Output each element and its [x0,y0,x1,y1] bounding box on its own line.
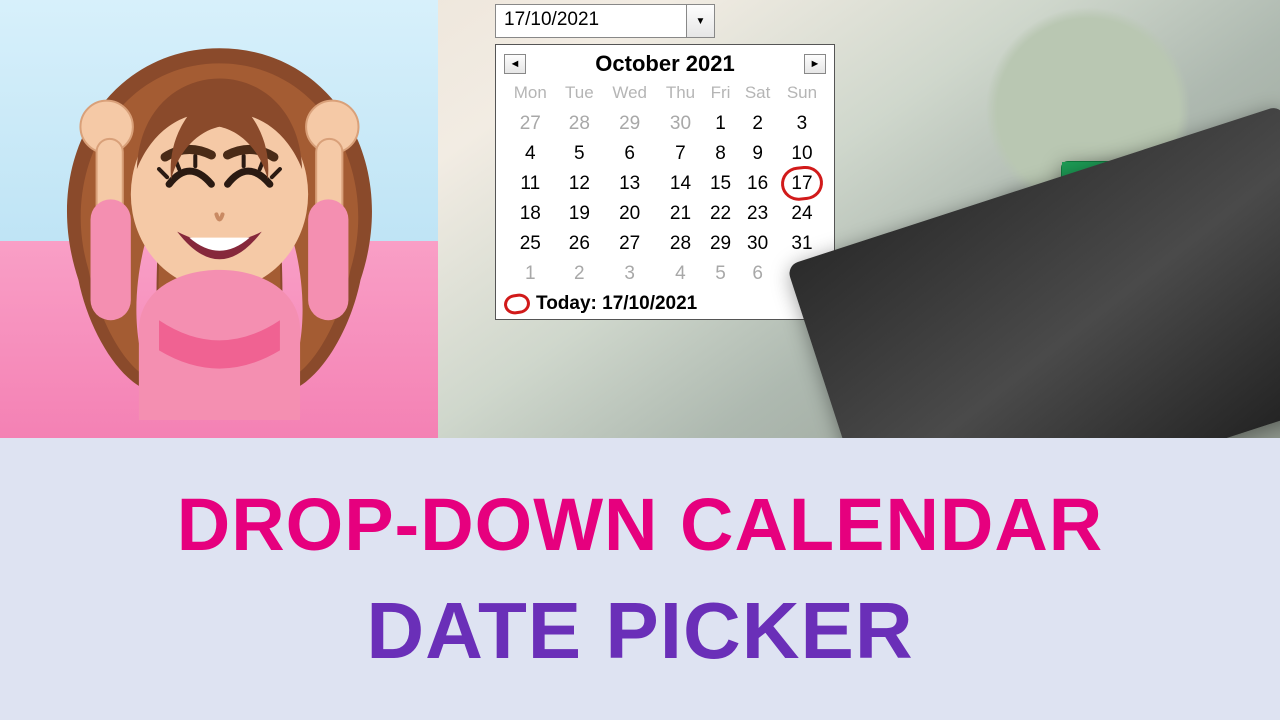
calendar-day[interactable]: 2 [557,259,603,289]
thumbnail-top-region: 17/10/2021 ▼ ◄ October 2021 ► MonTueWedT… [0,0,1280,438]
calendar-day[interactable]: 4 [657,259,704,289]
avatar-cartoon [18,18,421,421]
calendar-weekday: Mon [504,81,557,109]
calendar-day[interactable]: 14 [657,169,704,199]
calendar-day[interactable]: 6 [602,139,657,169]
calendar-day[interactable]: 4 [504,139,557,169]
calendar-weekday: Thu [657,81,704,109]
calendar-day[interactable]: 20 [602,199,657,229]
title-line-1: DROP-DOWN CALENDAR [177,482,1104,567]
calendar-day[interactable]: 8 [704,139,738,169]
prev-month-button[interactable]: ◄ [504,54,526,74]
excel-icon: X [998,150,1198,340]
calendar-day[interactable]: 7 [657,139,704,169]
calendar-day[interactable]: 16 [737,169,778,199]
calendar-day[interactable]: 10 [778,139,826,169]
calendar-day[interactable]: 5 [704,259,738,289]
today-marker-icon [503,292,532,315]
calendar-day[interactable]: 30 [657,109,704,139]
calendar-day[interactable]: 24 [778,199,826,229]
calendar-day[interactable]: 11 [504,169,557,199]
svg-text:X: X [1034,204,1082,284]
calendar-day-selected[interactable]: 17 [778,169,826,199]
calendar-day[interactable]: 27 [602,229,657,259]
calendar-day[interactable]: 28 [657,229,704,259]
calendar-weekday: Wed [602,81,657,109]
calendar-day[interactable]: 21 [657,199,704,229]
calendar-weekday: Fri [704,81,738,109]
avatar-panel [0,0,438,438]
calendar-day[interactable]: 9 [737,139,778,169]
calendar-day[interactable]: 1 [504,259,557,289]
calendar-day[interactable]: 3 [602,259,657,289]
calendar-day[interactable]: 23 [737,199,778,229]
calendar-today-row[interactable]: Today: 17/10/2021 [504,293,826,315]
calendar-title: October 2021 [595,51,734,77]
title-line-2: DATE PICKER [366,585,913,677]
calendar-day[interactable]: 18 [504,199,557,229]
calendar-day[interactable]: 19 [557,199,603,229]
calendar-day[interactable]: 22 [704,199,738,229]
calendar-day[interactable]: 5 [557,139,603,169]
calendar-day[interactable]: 1 [704,109,738,139]
calendar-day[interactable]: 30 [737,229,778,259]
calendar-popup: ◄ October 2021 ► MonTueWedThuFriSatSun 2… [495,44,835,320]
calendar-day[interactable]: 6 [737,259,778,289]
calendar-weekday: Sat [737,81,778,109]
calendar-day[interactable]: 12 [557,169,603,199]
calendar-weekday: Sun [778,81,826,109]
calendar-day[interactable]: 15 [704,169,738,199]
next-month-button[interactable]: ► [804,54,826,74]
date-picker: 17/10/2021 ▼ ◄ October 2021 ► MonTueWedT… [495,4,835,320]
calendar-grid: MonTueWedThuFriSatSun 272829301234567891… [504,81,826,289]
date-input[interactable]: 17/10/2021 [496,5,686,37]
dropdown-toggle-button[interactable]: ▼ [686,5,714,37]
calendar-day[interactable]: 29 [704,229,738,259]
calendar-day[interactable]: 2 [737,109,778,139]
calendar-day[interactable]: 29 [602,109,657,139]
calendar-day[interactable]: 28 [557,109,603,139]
calendar-day[interactable]: 13 [602,169,657,199]
calendar-day[interactable]: 31 [778,229,826,259]
calendar-weekday: Tue [557,81,603,109]
calendar-day[interactable]: 25 [504,229,557,259]
date-input-group: 17/10/2021 ▼ [495,4,715,38]
calendar-day[interactable]: 27 [504,109,557,139]
calendar-today-label: Today: 17/10/2021 [536,293,697,315]
title-band: DROP-DOWN CALENDAR DATE PICKER [0,438,1280,720]
calendar-day[interactable]: 26 [557,229,603,259]
calendar-day[interactable]: 3 [778,109,826,139]
